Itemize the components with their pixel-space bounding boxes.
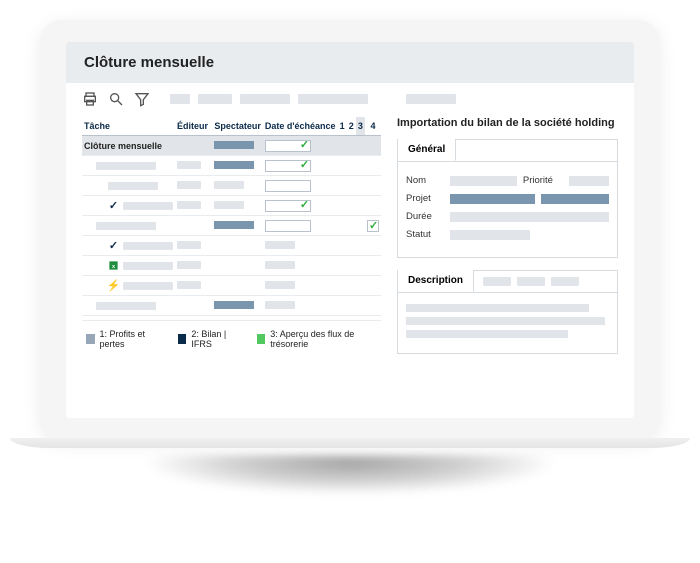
toolbar-placeholder bbox=[406, 94, 456, 104]
col-viewer[interactable]: Spectateur bbox=[212, 117, 263, 136]
col-1[interactable]: 1 bbox=[338, 117, 347, 136]
task-row[interactable]: ✓ bbox=[82, 236, 381, 256]
detail-panel: Importation du bilan de la société holdi… bbox=[397, 117, 618, 408]
toolbar bbox=[66, 83, 634, 111]
titlebar: Clôture mensuelle bbox=[66, 42, 634, 83]
task-row[interactable]: ✓ ✓ bbox=[82, 196, 381, 216]
legend-swatch-2 bbox=[178, 334, 187, 344]
field-duration-value[interactable] bbox=[450, 212, 609, 222]
page-title: Clôture mensuelle bbox=[84, 54, 616, 71]
laptop-frame: Clôture mensuelle Tâche Éditeu bbox=[40, 20, 660, 440]
task-panel: Tâche Éditeur Spectateur Date d'échéance… bbox=[82, 117, 381, 408]
legend-label-3: 3: Aperçu des flux de trésorerie bbox=[270, 329, 377, 349]
task-table: Tâche Éditeur Spectateur Date d'échéance… bbox=[82, 117, 381, 316]
toolbar-placeholder bbox=[298, 94, 368, 104]
col-2[interactable]: 2 bbox=[347, 117, 356, 136]
tab-general[interactable]: Général bbox=[398, 139, 456, 161]
toolbar-placeholder bbox=[198, 94, 232, 104]
legend-swatch-1 bbox=[86, 334, 95, 344]
check-icon: ✓ bbox=[108, 200, 119, 211]
task-row[interactable] bbox=[82, 296, 381, 316]
legend-label-1: 1: Profits et pertes bbox=[100, 329, 162, 349]
check-icon: ✓ bbox=[300, 200, 309, 211]
task-row[interactable]: ⚡ bbox=[82, 276, 381, 296]
description-box: Description bbox=[397, 270, 618, 354]
col-3[interactable]: 3 bbox=[356, 117, 365, 136]
detail-title: Importation du bilan de la société holdi… bbox=[397, 117, 618, 129]
print-icon[interactable] bbox=[82, 91, 98, 107]
legend-label-2: 2: Bilan | IFRS bbox=[191, 329, 240, 349]
field-project-value-2[interactable] bbox=[541, 194, 609, 204]
laptop-base bbox=[10, 438, 690, 448]
field-priority-value[interactable] bbox=[569, 176, 609, 186]
check-icon: ✓ bbox=[300, 160, 309, 171]
group-row[interactable]: Clôture mensuelle ✓ bbox=[82, 136, 381, 156]
legend-swatch-3 bbox=[257, 334, 266, 344]
app-screen: Clôture mensuelle Tâche Éditeu bbox=[66, 42, 634, 418]
field-project-value[interactable] bbox=[450, 194, 535, 204]
task-row[interactable]: ✓ bbox=[82, 156, 381, 176]
col-editor[interactable]: Éditeur bbox=[175, 117, 212, 136]
legend: 1: Profits et pertes 2: Bilan | IFRS 3: … bbox=[82, 320, 381, 349]
field-name-value[interactable] bbox=[450, 176, 517, 186]
field-priority-label: Priorité bbox=[523, 175, 563, 186]
tab-description[interactable]: Description bbox=[398, 270, 474, 292]
bolt-icon: ⚡ bbox=[108, 280, 119, 291]
task-row[interactable]: x bbox=[82, 256, 381, 276]
check-icon: ✓ bbox=[300, 140, 309, 151]
field-status-value[interactable] bbox=[450, 230, 530, 240]
col-due[interactable]: Date d'échéance bbox=[263, 117, 338, 136]
check-icon: ✓ bbox=[108, 240, 119, 251]
toolbar-placeholder bbox=[170, 94, 190, 104]
status-box: ✓ bbox=[367, 220, 379, 232]
task-row[interactable] bbox=[82, 176, 381, 196]
excel-icon: x bbox=[108, 260, 119, 271]
field-status-label: Statut bbox=[406, 229, 444, 240]
field-duration-label: Durée bbox=[406, 211, 444, 222]
toolbar-placeholder bbox=[240, 94, 290, 104]
col-task[interactable]: Tâche bbox=[82, 117, 175, 136]
description-line bbox=[406, 304, 589, 312]
description-line bbox=[406, 330, 568, 338]
filter-icon[interactable] bbox=[134, 91, 150, 107]
general-box: Général Nom Priorité Projet Durée Statut bbox=[397, 139, 618, 258]
col-4[interactable]: 4 bbox=[365, 117, 381, 136]
task-row[interactable]: ✓ bbox=[82, 216, 381, 236]
field-project-label: Projet bbox=[406, 193, 444, 204]
search-icon[interactable] bbox=[108, 91, 124, 107]
description-line bbox=[406, 317, 605, 325]
field-name-label: Nom bbox=[406, 175, 444, 186]
